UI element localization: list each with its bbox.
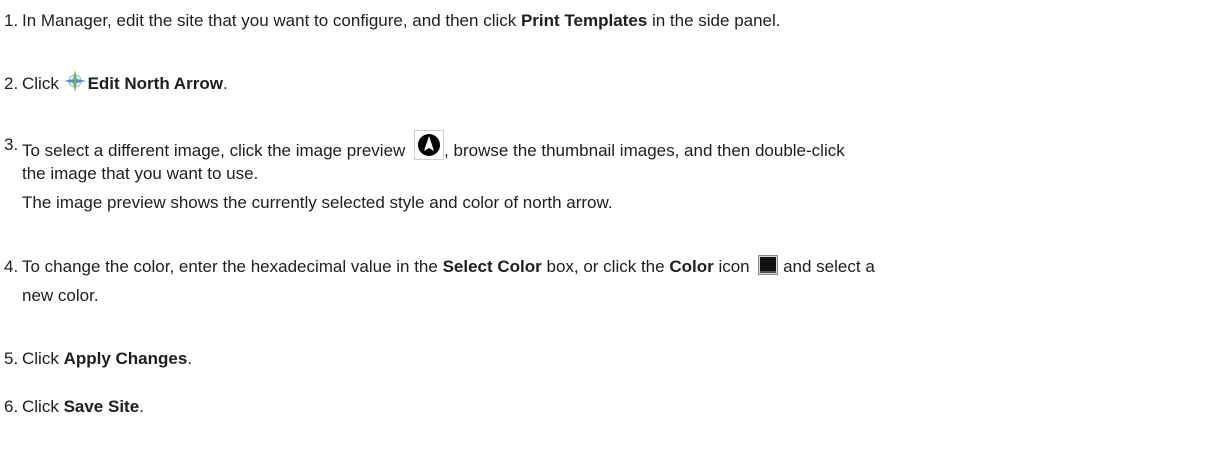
compass-icon: [63, 70, 86, 92]
step-text-part: To change the color, enter the hexadecim…: [22, 257, 443, 276]
ui-label-edit-north-arrow: Edit North Arrow: [87, 74, 223, 93]
step-text-part: icon: [713, 257, 755, 276]
step-text: To select a different image, click the i…: [22, 130, 845, 217]
step-text: To change the color, enter the hexadecim…: [22, 252, 875, 310]
step-number: 4.: [4, 257, 19, 276]
step-text-part: .: [187, 349, 193, 368]
north-arrow-preview-icon: [414, 130, 445, 160]
step-line: To change the color, enter the hexadecim…: [22, 252, 875, 281]
step-text-part: .: [139, 397, 144, 416]
instruction-steps: 1. In Manager, edit the site that you wa…: [0, 0, 1225, 449]
step-number: 1.: [4, 11, 19, 30]
step-text-part: .: [222, 74, 228, 93]
step-text: Click Save Site.: [22, 392, 144, 421]
step-text: In Manager, edit the site that you want …: [22, 6, 781, 35]
ui-label-color: Color: [669, 257, 714, 276]
step-text-part: in the side panel.: [647, 11, 781, 30]
step-text-part: and select a: [783, 257, 875, 276]
ui-label-select-color: Select Color: [442, 257, 542, 276]
step-line: the image that you want to use.: [22, 164, 259, 183]
step-text-part: Click: [22, 74, 64, 93]
step-text: Click Apply Changes.: [22, 344, 192, 373]
step-number: 5.: [4, 349, 19, 368]
ui-label-print-templates: Print Templates: [520, 11, 648, 30]
color-icon: [758, 255, 779, 275]
step-text: Click Edit North Arrow.: [22, 69, 228, 98]
step-text-part: , browse the thumbnail images, and then …: [444, 141, 845, 160]
step-text-part: Click: [22, 349, 64, 368]
step-text-part: box, or click the: [541, 257, 670, 276]
step-line: new color.: [22, 286, 99, 305]
step-line: To select a different image, click the i…: [22, 130, 845, 160]
step-text-part: Click: [22, 397, 64, 416]
step-number: 6.: [4, 397, 19, 416]
step-line: The image preview shows the currently se…: [22, 193, 613, 212]
step-number: 3.: [4, 135, 19, 154]
ui-label-apply-changes: Apply Changes: [63, 349, 188, 368]
ui-label-save-site: Save Site: [63, 397, 140, 416]
step-number: 2.: [4, 74, 19, 93]
step-text-part: In Manager, edit the site that you want …: [22, 11, 521, 30]
step-text-part: To select a different image, click the i…: [22, 141, 411, 160]
